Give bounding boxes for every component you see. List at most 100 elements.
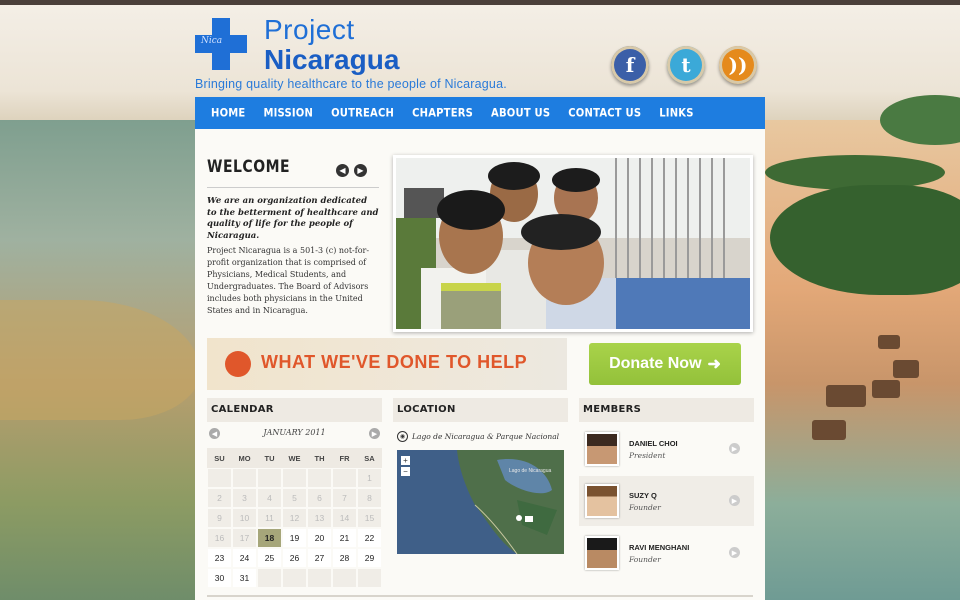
nav-item-outreach[interactable]: OUTREACH xyxy=(331,107,394,120)
calendar-empty-cell xyxy=(257,468,282,488)
welcome-body: Project Nicaragua is a 501-3 (c) not-for… xyxy=(207,246,370,315)
logo-title-line1[interactable]: Project xyxy=(264,14,355,46)
globe-icon xyxy=(225,351,251,377)
calendar-day[interactable]: 13 xyxy=(307,508,332,528)
zoom-out-icon[interactable]: − xyxy=(401,467,410,476)
calendar-day[interactable]: 15 xyxy=(357,508,382,528)
calendar-empty-cell xyxy=(307,468,332,488)
location-pin-icon: ◉ xyxy=(397,431,408,442)
calendar-day[interactable]: 20 xyxy=(307,528,332,548)
calendar-empty-cell xyxy=(357,568,382,588)
background-boat xyxy=(872,380,900,398)
calendar-empty-cell xyxy=(232,468,257,488)
member-role: Founder xyxy=(629,555,661,564)
calendar-day[interactable]: 1 xyxy=(357,468,382,488)
calendar-day[interactable]: 11 xyxy=(257,508,282,528)
facebook-icon[interactable]: f xyxy=(611,46,649,84)
rss-icon[interactable]: )) xyxy=(719,46,757,84)
calendar-empty-cell xyxy=(282,468,307,488)
calendar-day[interactable]: 25 xyxy=(257,548,282,568)
nav-item-links[interactable]: LINKS xyxy=(659,107,693,120)
member-name: DANIEL CHOI xyxy=(629,439,678,448)
calendar-day-header: TH xyxy=(307,448,332,468)
logo-title-line2[interactable]: Nicaragua xyxy=(264,44,399,76)
calendar-day[interactable]: 24 xyxy=(232,548,257,568)
member-name: RAVI MENGHANI xyxy=(629,543,690,552)
calendar-day[interactable]: 2 xyxy=(207,488,232,508)
nav-item-mission[interactable]: MISSION xyxy=(263,107,313,120)
location-place-text: Lago de Nicaragua & Parque Nacional xyxy=(412,432,560,441)
logo-cross-icon[interactable]: Nica xyxy=(195,18,247,70)
background-boat xyxy=(826,385,866,407)
donate-button-label: Donate Now xyxy=(609,355,702,372)
donate-button[interactable]: Donate Now ➜ xyxy=(589,343,741,385)
calendar-day[interactable]: 30 xyxy=(207,568,232,588)
main-panel: WELCOME ◀ ▶ We are an organization dedic… xyxy=(195,129,765,600)
background-boat xyxy=(812,420,846,440)
calendar-day[interactable]: 4 xyxy=(257,488,282,508)
calendar-day[interactable]: 17 xyxy=(232,528,257,548)
calendar-day[interactable]: 10 xyxy=(232,508,257,528)
calendar-day[interactable]: 29 xyxy=(357,548,382,568)
nav-item-contact-us[interactable]: CONTACT US xyxy=(568,107,641,120)
arrow-left-icon[interactable]: ◀ xyxy=(336,164,349,177)
calendar-day[interactable]: 7 xyxy=(332,488,357,508)
calendar-day[interactable]: 8 xyxy=(357,488,382,508)
help-banner[interactable]: WHAT WE'VE DONE TO HELP xyxy=(207,338,567,390)
chevron-right-icon[interactable]: ▶ xyxy=(729,443,740,454)
avatar xyxy=(585,484,619,518)
calendar-day[interactable]: 14 xyxy=(332,508,357,528)
background-boat xyxy=(878,335,900,349)
calendar-day[interactable]: 28 xyxy=(332,548,357,568)
twitter-icon[interactable]: t xyxy=(667,46,705,84)
zoom-in-icon[interactable]: + xyxy=(401,456,410,465)
calendar-day[interactable]: 27 xyxy=(307,548,332,568)
calendar-day[interactable]: 31 xyxy=(232,568,257,588)
calendar-day[interactable]: 23 xyxy=(207,548,232,568)
calendar-day[interactable]: 16 xyxy=(207,528,232,548)
calendar-day[interactable]: 3 xyxy=(232,488,257,508)
calendar-empty-cell xyxy=(207,468,232,488)
background-boat xyxy=(893,360,919,378)
nav-item-chapters[interactable]: CHAPTERS xyxy=(412,107,473,120)
calendar-day-header: MO xyxy=(232,448,257,468)
main-nav: HOME MISSION OUTREACH CHAPTERS ABOUT US … xyxy=(195,97,765,129)
member-role: President xyxy=(629,451,666,460)
calendar-day[interactable]: 5 xyxy=(282,488,307,508)
calendar-empty-cell xyxy=(332,468,357,488)
member-item[interactable]: DANIEL CHOI President ▶ xyxy=(579,424,754,474)
calendar-day[interactable]: 18 xyxy=(257,528,282,548)
chevron-right-icon[interactable]: ▶ xyxy=(729,547,740,558)
location-place: ◉ Lago de Nicaragua & Parque Nacional xyxy=(397,431,559,442)
calendar-day[interactable]: 12 xyxy=(282,508,307,528)
slider-controls: ◀ ▶ xyxy=(336,164,367,177)
arrow-right-icon[interactable]: ▶ xyxy=(354,164,367,177)
member-item[interactable]: RAVI MENGHANI Founder ▶ xyxy=(579,528,754,578)
member-item[interactable]: SUZY Q Founder ▶ xyxy=(579,476,754,526)
page-container: Nica Project Nicaragua Bringing quality … xyxy=(195,8,765,600)
calendar-day[interactable]: 21 xyxy=(332,528,357,548)
calendar-day[interactable]: 22 xyxy=(357,528,382,548)
footer-divider xyxy=(207,595,753,597)
arrow-right-icon: ➜ xyxy=(707,356,721,373)
nav-item-home[interactable]: HOME xyxy=(211,107,245,120)
nav-item-about-us[interactable]: ABOUT US xyxy=(491,107,550,120)
hero-photo-children xyxy=(396,158,750,329)
calendar-day[interactable]: 6 xyxy=(307,488,332,508)
calendar-day[interactable]: 9 xyxy=(207,508,232,528)
hero-photo[interactable] xyxy=(393,155,753,332)
calendar-day-header: FR xyxy=(332,448,357,468)
avatar xyxy=(585,536,619,570)
avatar xyxy=(585,432,619,466)
chevron-right-icon[interactable]: ▶ xyxy=(729,495,740,506)
calendar-month: JANUARY 2011 xyxy=(263,428,326,437)
calendar-day-header: SA xyxy=(357,448,382,468)
calendar-empty-cell xyxy=(282,568,307,588)
location-map[interactable]: Lago de Nicaragua + − xyxy=(397,450,564,554)
calendar-title: CALENDAR xyxy=(207,398,382,422)
map-label: Lago de Nicaragua xyxy=(509,468,551,474)
calendar-next-icon[interactable]: ▶ xyxy=(369,428,380,439)
calendar-day[interactable]: 26 xyxy=(282,548,307,568)
location-title: LOCATION xyxy=(393,398,568,422)
calendar-day[interactable]: 19 xyxy=(282,528,307,548)
